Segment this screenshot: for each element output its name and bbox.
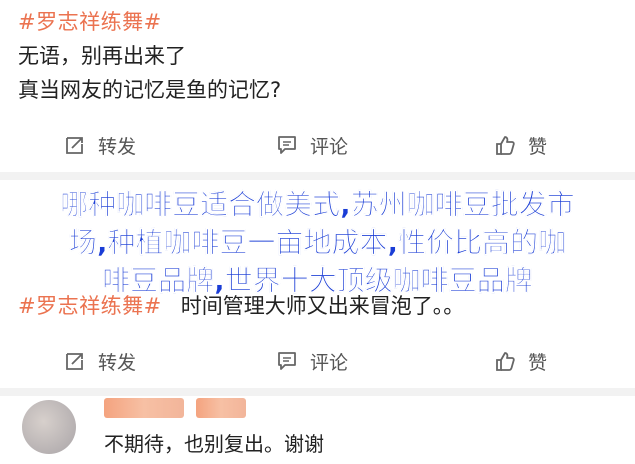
overlay-caption: 哪种咖啡豆适合做美式,苏州咖啡豆批发市 场,种植咖啡豆一亩地成本,性价比高的咖 … <box>0 186 635 300</box>
thumbs-up-icon <box>496 136 515 155</box>
repost-button[interactable]: 转发 <box>64 122 136 168</box>
overlay-line-1: 哪种咖啡豆适合做美式,苏州咖啡豆批发市 <box>60 188 575 221</box>
post2-action-bar: 转发 评论 赞 <box>0 338 635 384</box>
comment-button[interactable]: 评论 <box>276 338 348 384</box>
like-button[interactable]: 赞 <box>494 338 547 384</box>
post1-hashtag[interactable]: #罗志祥练舞# <box>18 6 162 36</box>
commenter-name-blurred <box>196 398 246 418</box>
repost-button[interactable]: 转发 <box>64 338 136 384</box>
like-label: 赞 <box>528 351 548 374</box>
repost-icon <box>66 137 83 154</box>
repost-label: 转发 <box>98 135 137 158</box>
comment-icon <box>278 136 296 154</box>
section-divider <box>0 388 635 396</box>
overlay-line-2: 场,种植咖啡豆一亩地成本,性价比高的咖 <box>68 226 567 259</box>
comment-text: 不期待，也别复出。谢谢 <box>104 432 324 456</box>
commenter-name-blurred <box>104 398 184 418</box>
post2-content: #罗志祥练舞# 时间管理大师又出来冒泡了。。 <box>18 290 464 320</box>
comment-label: 评论 <box>310 351 349 374</box>
comment-icon <box>278 352 296 370</box>
post1-line1: 无语，别再出来了 <box>18 44 186 68</box>
section-divider <box>0 172 635 180</box>
comment-label: 评论 <box>310 135 349 158</box>
repost-label: 转发 <box>98 351 137 374</box>
post2-text: 时间管理大师又出来冒泡了。。 <box>180 294 465 318</box>
like-button[interactable]: 赞 <box>494 122 547 168</box>
comment-button[interactable]: 评论 <box>276 122 348 168</box>
avatar[interactable] <box>22 400 76 454</box>
post1-line2: 真当网友的记忆是鱼的记忆? <box>18 78 282 102</box>
repost-icon <box>66 353 83 370</box>
post1-action-bar: 转发 评论 赞 <box>0 122 635 168</box>
like-label: 赞 <box>528 135 548 158</box>
thumbs-up-icon <box>496 352 515 371</box>
post2-hashtag[interactable]: #罗志祥练舞# <box>18 294 162 318</box>
